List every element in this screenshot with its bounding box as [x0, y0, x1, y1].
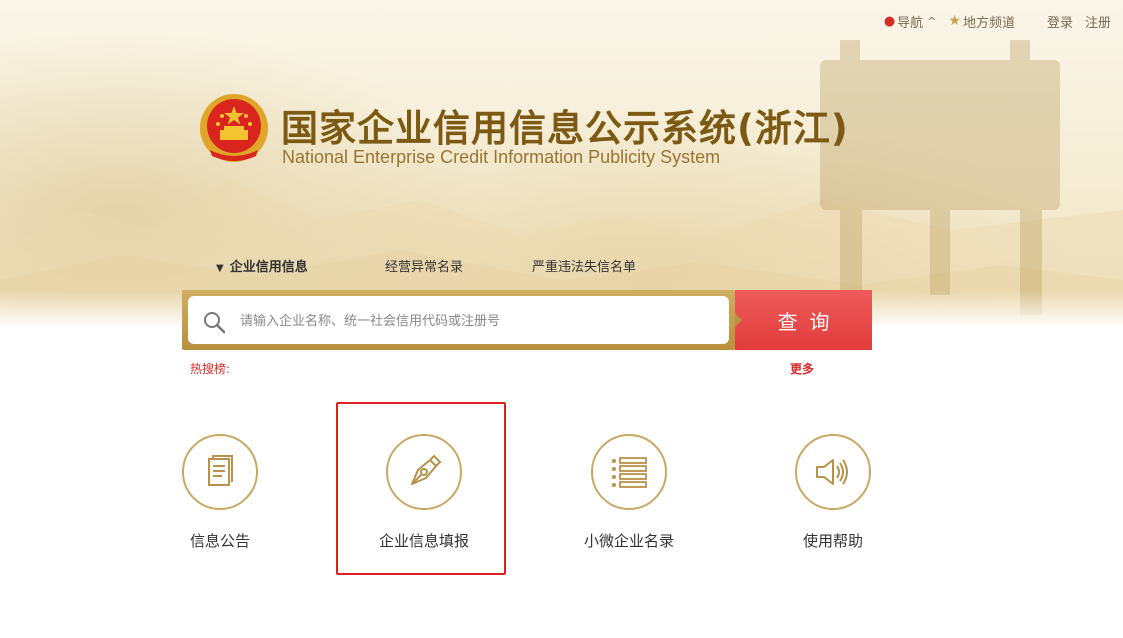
tab-label: 企业信用信息 [229, 260, 308, 275]
login-label: 登录 [1046, 15, 1073, 31]
feature-info-announcement[interactable]: 信息公告 [150, 434, 290, 551]
list-icon [612, 457, 647, 488]
search-box [188, 296, 729, 346]
tab-abnormal-operation[interactable]: 经营异常名录 [385, 256, 463, 275]
feature-small-micro-directory[interactable]: 小微企业名录 [559, 434, 699, 551]
speaker-icon [816, 459, 848, 485]
nav-label: 导航 [897, 15, 924, 31]
triangle-down-icon: ▼ [216, 263, 224, 274]
feature-circle [386, 434, 462, 510]
star-icon: ★ [948, 13, 961, 29]
tab-label: 经营异常名录 [385, 260, 464, 275]
nav-dropdown[interactable]: ● 导航 ^ [884, 12, 937, 31]
feature-label: 小微企业名录 [583, 532, 674, 550]
register-link[interactable]: 注册 [1085, 12, 1111, 31]
register-label: 注册 [1084, 15, 1111, 31]
document-icon [208, 455, 233, 486]
feature-circle [591, 434, 667, 510]
feature-user-help[interactable]: 使用帮助 [763, 434, 903, 551]
feature-circle [795, 434, 871, 510]
local-channel-label: 地方频道 [962, 15, 1015, 31]
tab-serious-violation[interactable]: 严重违法失信名单 [532, 256, 636, 275]
page-subtitle: National Enterprise Credit Information P… [282, 147, 721, 167]
more-link[interactable]: 更多 [790, 360, 814, 377]
feature-enterprise-info-filing[interactable]: 企业信息填报 [354, 434, 494, 551]
hot-search-label: 热搜榜: [190, 362, 231, 376]
tab-label: 严重违法失信名单 [532, 260, 637, 275]
pen-nib-icon [411, 454, 442, 485]
top-navigation: ● 导航 ^ ★ 地方频道 登录 注册 [872, 12, 1111, 31]
national-emblem-icon [200, 94, 268, 162]
tab-enterprise-credit[interactable]: ▼ 企业信用信息 [216, 256, 308, 275]
local-channel-link[interactable]: ★ 地方频道 [948, 12, 1015, 31]
feature-label: 企业信息填报 [378, 532, 469, 550]
page-title: 国家企业信用信息公示系统(浙江) [281, 107, 849, 150]
feature-circle [182, 434, 258, 510]
location-pin-icon: ● [883, 13, 896, 29]
feature-label: 信息公告 [189, 532, 250, 550]
search-bar [182, 290, 735, 350]
search-input[interactable] [238, 296, 722, 346]
login-link[interactable]: 登录 [1047, 12, 1073, 31]
search-icon [204, 312, 226, 334]
search-button-arrow [735, 313, 742, 327]
feature-label: 使用帮助 [802, 532, 863, 550]
chevron-up-icon: ^ [927, 14, 937, 28]
search-button[interactable]: 查询 [735, 290, 872, 350]
